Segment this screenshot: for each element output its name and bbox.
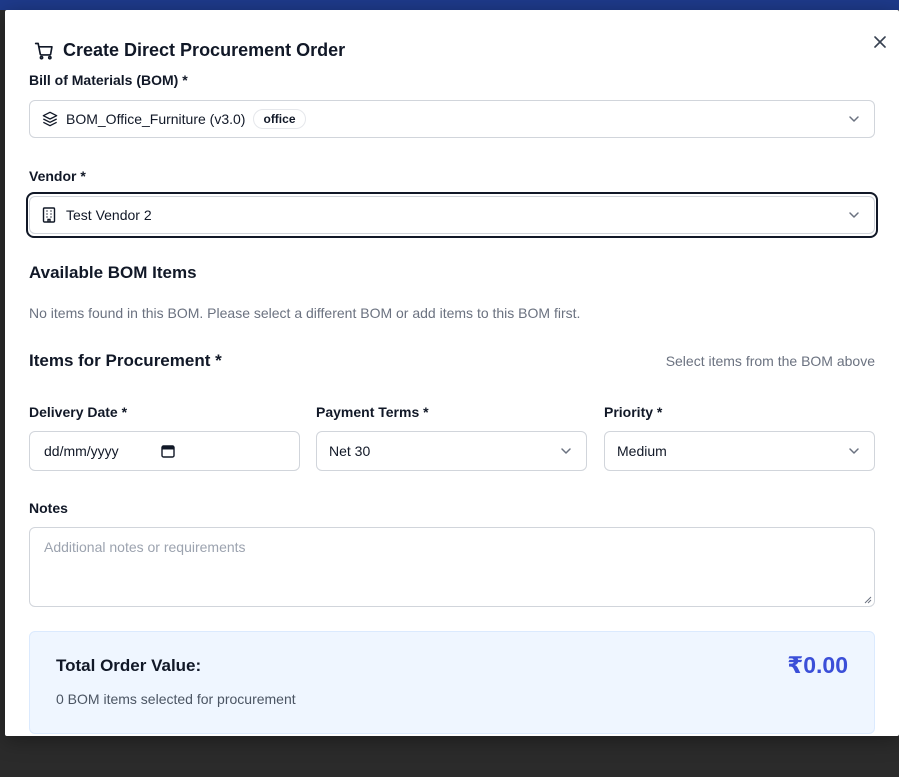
priority-select[interactable]: Medium (604, 431, 875, 471)
procurement-items-hint: Select items from the BOM above (665, 353, 875, 369)
vendor-selected-value: Test Vendor 2 (66, 207, 152, 223)
delivery-date-input[interactable]: dd/mm/yyyy (29, 431, 300, 471)
bom-selected-value: BOM_Office_Furniture (v3.0) (66, 111, 246, 127)
modal-title: Create Direct Procurement Order (63, 40, 346, 60)
resize-handle-icon[interactable] (864, 596, 872, 604)
vendor-label: Vendor * (29, 168, 86, 184)
priority-value: Medium (617, 443, 667, 459)
notes-placeholder: Additional notes or requirements (44, 539, 246, 555)
available-items-empty-message: No items found in this BOM. Please selec… (29, 305, 581, 321)
shopping-cart-icon (34, 41, 54, 61)
delivery-date-label: Delivery Date * (29, 404, 128, 420)
bom-category-badge: office (253, 109, 306, 129)
priority-label: Priority * (604, 404, 663, 420)
modal-header: Create Direct Procurement Order (34, 40, 345, 61)
chevron-down-icon (848, 209, 860, 221)
delivery-date-placeholder: dd/mm/yyyy (44, 443, 119, 459)
order-total-panel: Total Order Value: ₹0.00 0 BOM items sel… (29, 631, 875, 734)
bom-label: Bill of Materials (BOM) * (29, 72, 188, 88)
chevron-down-icon (848, 113, 860, 125)
total-order-value: ₹0.00 (787, 652, 848, 678)
chevron-down-icon (560, 445, 572, 457)
payment-terms-select[interactable]: Net 30 (316, 431, 587, 471)
procurement-order-modal: Create Direct Procurement Order Bill of … (5, 10, 899, 736)
procurement-items-heading: Items for Procurement * (29, 351, 222, 370)
payment-terms-label: Payment Terms * (316, 404, 429, 420)
close-icon (874, 36, 886, 48)
bom-select[interactable]: BOM_Office_Furniture (v3.0) office (29, 100, 875, 138)
selected-items-summary: 0 BOM items selected for procurement (56, 691, 296, 707)
vendor-select[interactable]: Test Vendor 2 (29, 196, 875, 234)
app-top-bar (0, 0, 899, 10)
calendar-icon[interactable] (160, 444, 175, 458)
notes-textarea[interactable]: Additional notes or requirements (29, 527, 875, 607)
layers-icon (42, 111, 58, 127)
total-order-value-label: Total Order Value: (56, 656, 202, 675)
notes-label: Notes (29, 500, 68, 516)
close-button[interactable] (870, 32, 890, 52)
payment-terms-value: Net 30 (329, 443, 371, 459)
building-icon (42, 207, 56, 223)
available-items-heading: Available BOM Items (29, 263, 197, 282)
chevron-down-icon (848, 445, 860, 457)
